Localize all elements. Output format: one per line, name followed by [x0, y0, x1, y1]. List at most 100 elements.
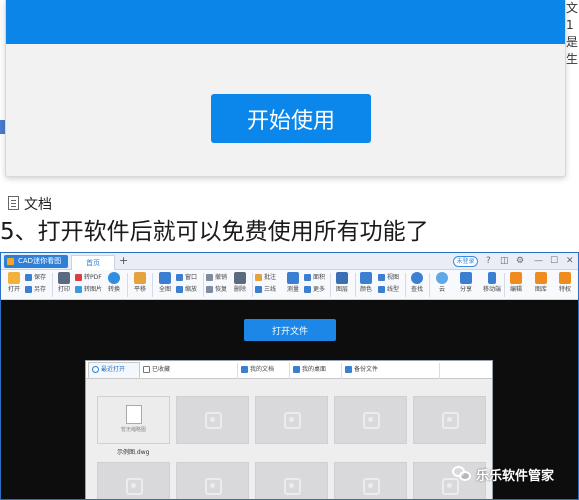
new-tab-button[interactable]: +: [119, 254, 128, 267]
ribbon-separator: [429, 273, 430, 297]
view-icon: [378, 274, 385, 281]
tab-recent[interactable]: 最近打开: [88, 362, 140, 378]
edge-char: 生: [566, 52, 579, 66]
tab-desktop[interactable]: 我的桌面: [290, 363, 342, 379]
image-placeholder-icon: [363, 478, 380, 495]
open-button[interactable]: 打开: [6, 272, 22, 295]
wechat-icon: [452, 465, 472, 483]
file-thumbnail[interactable]: [334, 396, 407, 444]
file-thumbnail[interactable]: 暂无缩略图: [97, 396, 170, 444]
open-file-button[interactable]: 打开文件: [244, 319, 336, 341]
full-view-button[interactable]: 全图: [157, 272, 173, 295]
edge-char: 是: [566, 35, 579, 49]
delete-label: 删除: [233, 286, 246, 293]
window-zoom-button[interactable]: 窗口: [176, 273, 197, 283]
pan-label: 平移: [133, 286, 146, 293]
area-button[interactable]: 面积: [304, 273, 325, 283]
special-button[interactable]: 特权: [557, 272, 573, 295]
folder-icon: [8, 272, 20, 284]
more-button[interactable]: 更多: [304, 285, 325, 295]
start-using-button[interactable]: 开始使用: [211, 94, 371, 143]
color-icon: [360, 272, 372, 284]
cloud-button[interactable]: 云: [434, 272, 450, 295]
printer-icon: [58, 272, 70, 284]
view-label: 视图: [387, 274, 400, 281]
edit-icon: [510, 272, 522, 284]
zoom-button[interactable]: 缩放: [176, 285, 197, 295]
share-label: 分享: [459, 286, 472, 293]
share-button[interactable]: 分享: [458, 272, 474, 295]
window-icon: [176, 274, 183, 281]
file-thumbnail[interactable]: [255, 396, 328, 444]
delete-button[interactable]: 删除: [232, 272, 248, 295]
file-thumbnail[interactable]: [334, 462, 407, 499]
tab-favorites[interactable]: 已收藏: [140, 363, 238, 379]
skin-icon[interactable]: ◫: [500, 256, 509, 267]
recent-icon: [92, 366, 99, 373]
ribbon-separator: [355, 273, 356, 297]
mobile-button[interactable]: 移动端: [482, 272, 502, 295]
three-line-button[interactable]: 三线: [255, 285, 276, 295]
tab-backup[interactable]: 备份文件: [342, 363, 440, 379]
to-pdf-label: 转PDF: [84, 274, 102, 281]
annotate-button[interactable]: 批注: [255, 273, 276, 283]
file-name[interactable]: 示例图.dwg: [117, 447, 149, 456]
pan-button[interactable]: 平移: [132, 272, 148, 295]
image-placeholder-icon: [126, 478, 143, 495]
ribbon-separator: [52, 273, 53, 297]
app-logo[interactable]: CAD迷你看图: [4, 255, 68, 268]
edit-button[interactable]: 编辑: [508, 272, 524, 295]
gallery-button[interactable]: 图库: [533, 272, 549, 295]
view-button[interactable]: 视图: [378, 273, 399, 283]
settings-icon[interactable]: ⚙: [516, 256, 524, 267]
tab-favorites-label: 已收藏: [152, 366, 171, 373]
undo-label: 撤销: [215, 274, 228, 281]
file-thumbnail[interactable]: [176, 462, 249, 499]
save-as-button[interactable]: 另存: [25, 285, 46, 295]
ribbon-separator: [504, 273, 505, 297]
zoom-icon: [176, 286, 183, 293]
screenshot-root: 文 1 是 生 文档 开始使用 5、打开软件后就可以免费使用所有功能了 CAD迷…: [0, 0, 579, 500]
dwg-file-icon: [126, 405, 142, 424]
document-icon: [8, 196, 19, 210]
close-icon[interactable]: ✕: [566, 256, 574, 267]
ribbon-separator: [252, 273, 253, 297]
line-type-button[interactable]: 线型: [378, 285, 399, 295]
convert-button[interactable]: 转换: [105, 272, 123, 295]
login-button[interactable]: 未登录: [453, 256, 478, 267]
undo-button[interactable]: 撤销: [206, 273, 227, 283]
redo-button[interactable]: 恢复: [206, 285, 227, 295]
color-button[interactable]: 颜色: [358, 272, 374, 295]
measure-label: 测量: [286, 286, 299, 293]
tab-home[interactable]: 首页: [71, 255, 115, 270]
minimize-icon[interactable]: —: [534, 256, 543, 267]
to-pdf-button[interactable]: 转PDF: [75, 273, 102, 283]
gallery-icon: [535, 272, 547, 284]
tab-recent-label: 最近打开: [101, 366, 126, 373]
mobile-label: 移动端: [482, 286, 501, 293]
layer-button[interactable]: 图层: [334, 272, 350, 295]
print-button[interactable]: 打印: [56, 272, 72, 295]
file-thumbnail[interactable]: [97, 462, 170, 499]
image-icon: [75, 286, 82, 293]
color-label: 颜色: [359, 286, 372, 293]
full-view-label: 全图: [158, 286, 171, 293]
help-icon[interactable]: ?: [486, 256, 491, 267]
more-icon: [304, 286, 311, 293]
save-button[interactable]: 保存: [25, 273, 46, 283]
measure-button[interactable]: 测量: [285, 272, 301, 295]
to-image-button[interactable]: 转图片: [75, 285, 102, 295]
file-thumbnail[interactable]: [176, 396, 249, 444]
layers-icon: [336, 272, 348, 284]
file-thumbnail[interactable]: [413, 396, 486, 444]
find-label: 查找: [410, 286, 423, 293]
save-icon: [25, 274, 32, 281]
title-bar: CAD迷你看图 首页 + 未登录 ? ◫ ⚙ — ☐ ✕: [1, 253, 578, 270]
maximize-icon[interactable]: ☐: [550, 256, 558, 267]
file-thumbnail[interactable]: [255, 462, 328, 499]
redo-icon: [206, 286, 213, 293]
find-button[interactable]: 查找: [409, 272, 425, 295]
tab-my-docs[interactable]: 我的文档: [238, 363, 290, 379]
ruler-icon: [287, 272, 299, 284]
file-panel: 最近打开 已收藏 我的文档 我的桌面 备份文件 暂无缩略图 示例图.dwg: [85, 360, 493, 499]
